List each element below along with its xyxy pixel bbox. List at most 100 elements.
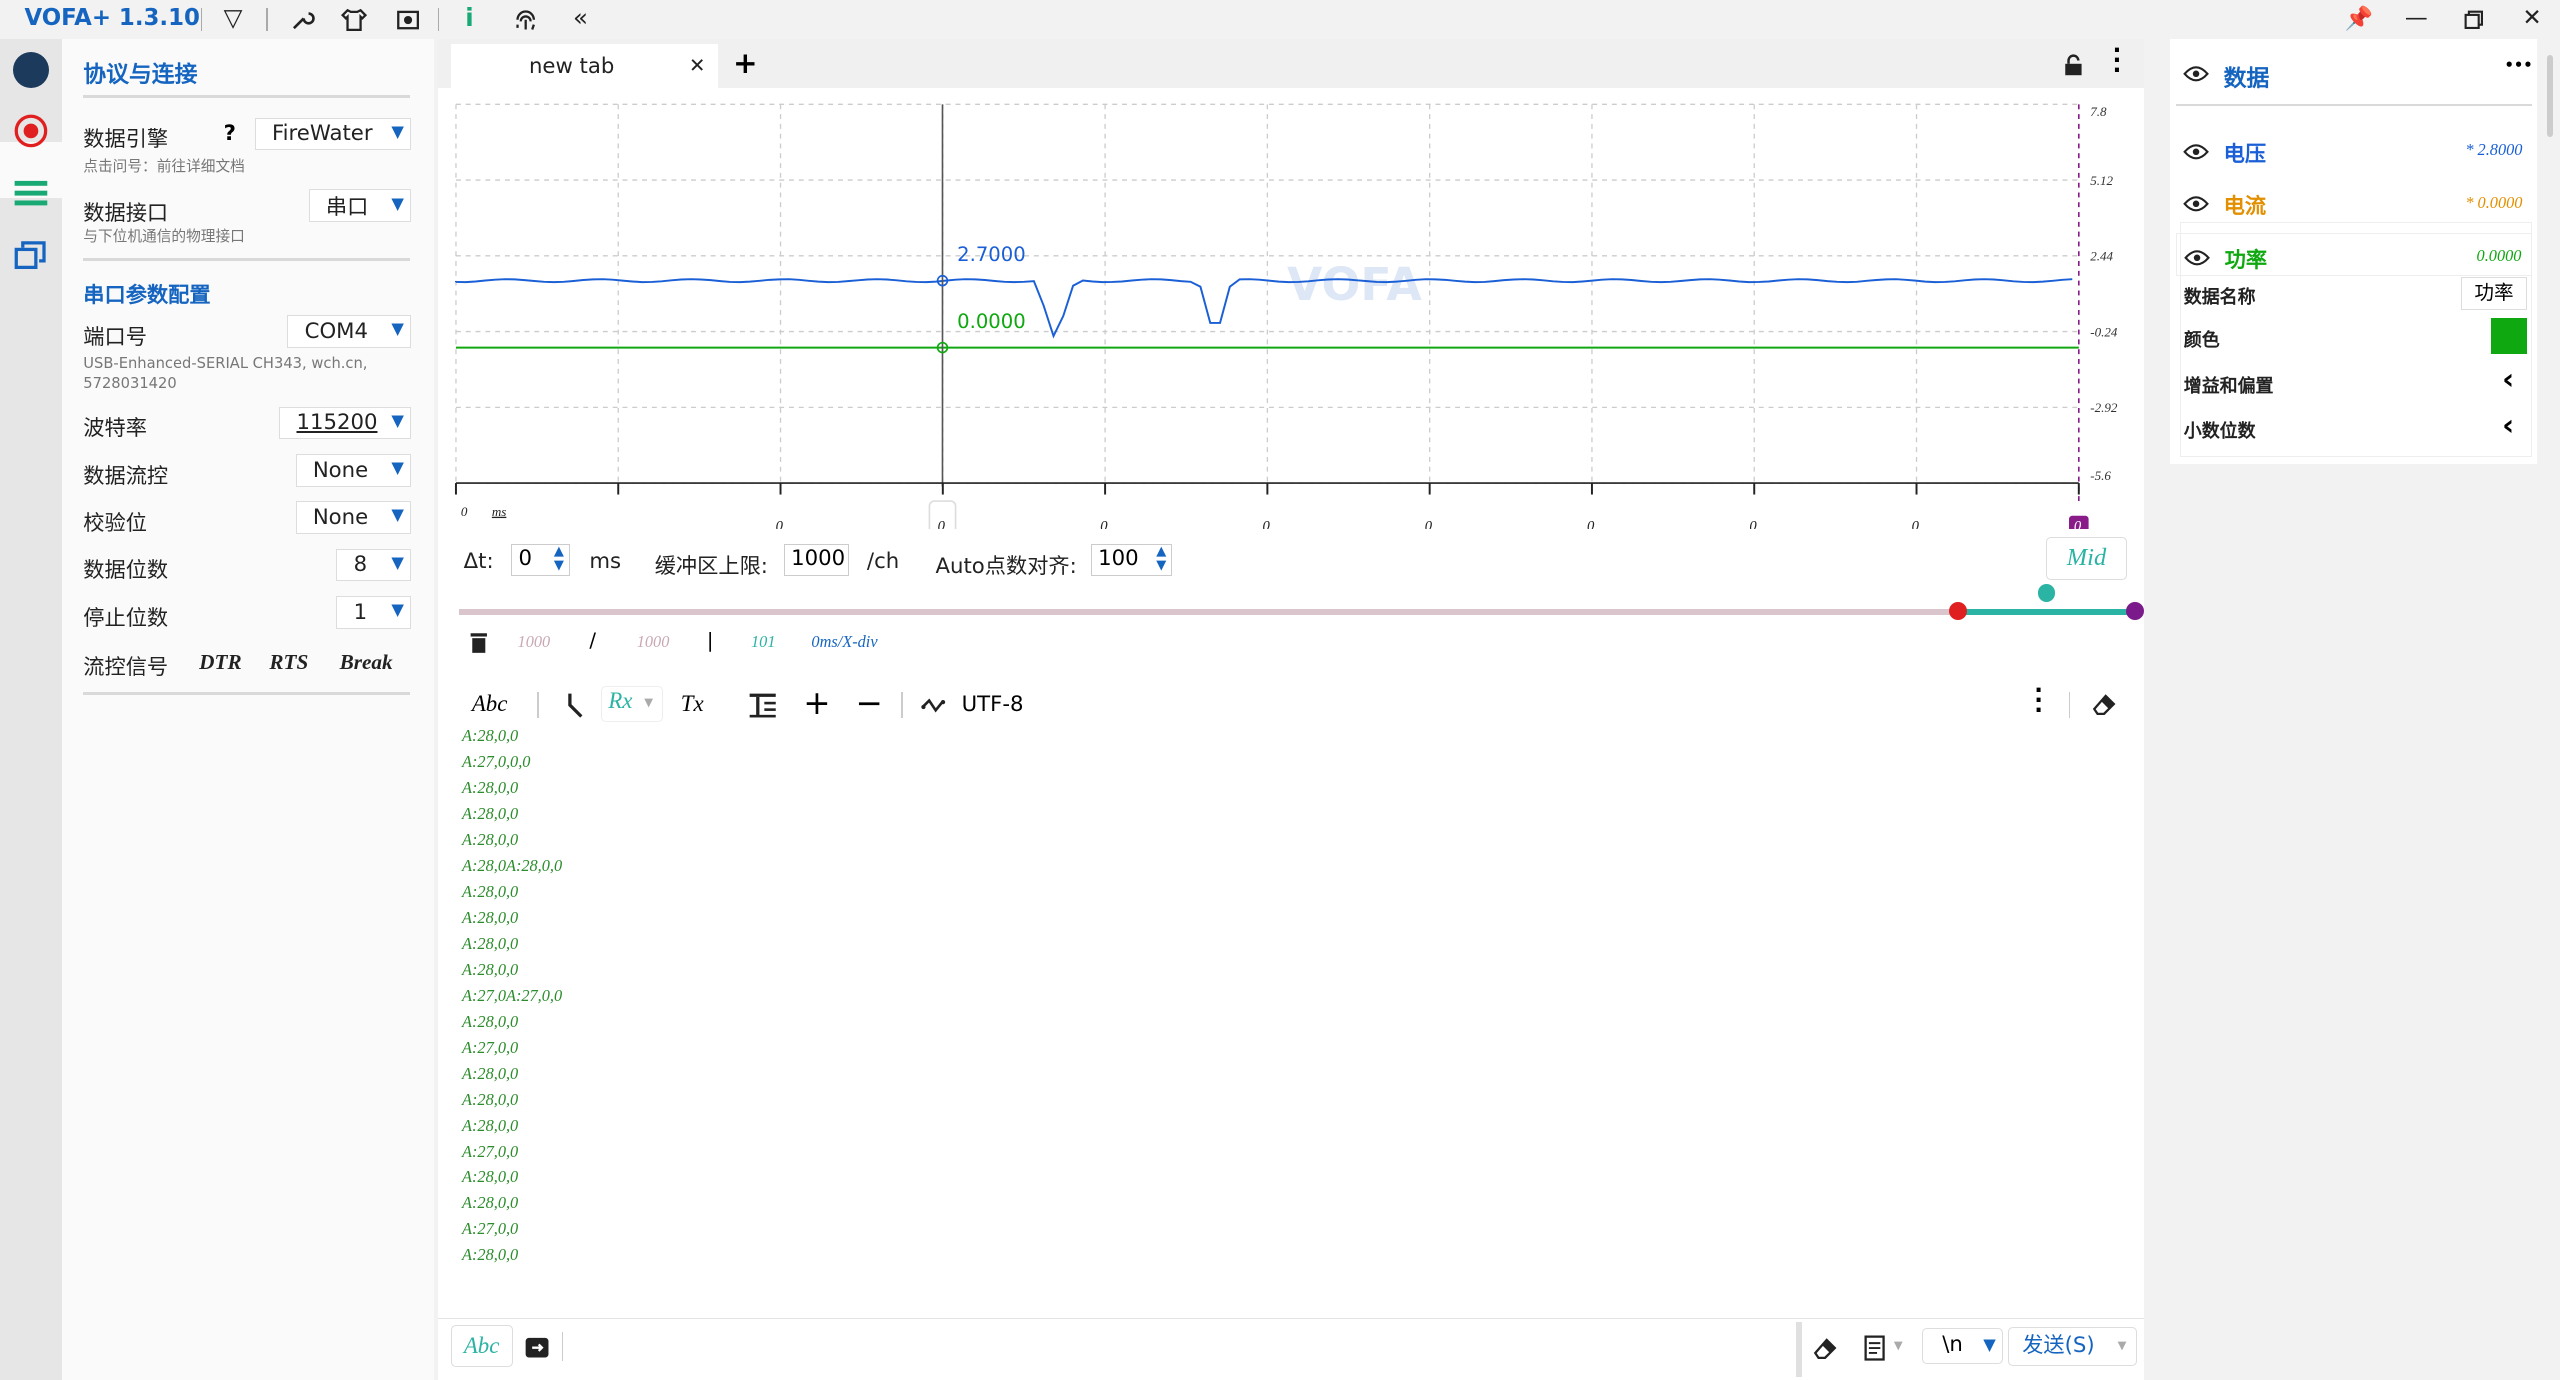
parity-value: None xyxy=(312,505,369,531)
collapse-left-icon[interactable]: « xyxy=(573,3,588,32)
channel-row[interactable]: 电流 * 0.0000 xyxy=(2176,181,2532,223)
fingerprint-icon[interactable] xyxy=(511,5,540,34)
range-mid-handle[interactable] xyxy=(2037,584,2056,603)
chevron-left-icon[interactable]: ‹ xyxy=(2502,362,2514,396)
serial-section-title: 串口参数配置 xyxy=(83,282,211,308)
databits-label: 数据位数 xyxy=(83,558,169,584)
iface-select[interactable]: 串口 ▼ xyxy=(308,189,412,223)
zoom-in-icon[interactable]: + xyxy=(803,684,830,722)
parity-select[interactable]: None ▼ xyxy=(295,501,412,534)
prop-name-input[interactable]: 功率 xyxy=(2461,276,2527,310)
engine-help-button[interactable]: ? xyxy=(224,121,236,146)
databits-select[interactable]: 8 ▼ xyxy=(336,548,412,582)
encoding-label[interactable]: UTF-8 xyxy=(962,692,1024,717)
send-abc-toggle[interactable]: Abc xyxy=(450,1325,513,1368)
auto-label: Auto点数对齐: xyxy=(935,553,1077,579)
prop-color-swatch[interactable] xyxy=(2490,317,2527,354)
waveform-plot[interactable]: VOFA 2.7000 0.0000 7.8 5.12 2.44 -0.24 -2.92… xyxy=(437,88,2144,556)
rx-line: A:27,0,0 xyxy=(462,1219,519,1239)
rx-line: A:28,0A:28,0,0 xyxy=(462,856,563,876)
divider xyxy=(437,8,440,31)
range-track[interactable] xyxy=(458,608,1958,616)
connect-icon[interactable] xyxy=(13,52,49,89)
resize-handle[interactable] xyxy=(1795,1321,1803,1378)
screenshot-icon[interactable] xyxy=(395,7,421,33)
spinner-icon[interactable]: ▲ ▼ xyxy=(1156,544,1166,574)
y-tick-label: 5.12 xyxy=(2090,173,2113,188)
info-icon[interactable]: i xyxy=(465,3,473,32)
pin-icon[interactable]: 📌 xyxy=(2344,5,2372,32)
break-toggle[interactable]: Break xyxy=(340,650,393,675)
mid-button[interactable]: Mid xyxy=(2045,537,2128,580)
dt-input[interactable]: 0 ▲ ▼ xyxy=(511,543,570,577)
count-bar: | xyxy=(706,628,714,652)
title-bar: VOFA+ 1.3.10 ▽ i « 📌 — ✕ xyxy=(0,0,2560,40)
data-header: 数据 xyxy=(2223,65,2270,92)
auto-input[interactable]: 100 ▲ ▼ xyxy=(1090,543,1173,577)
vofa-logo-icon[interactable]: ▽ xyxy=(224,3,243,32)
stopbits-select[interactable]: 1 ▼ xyxy=(336,595,412,629)
windows-icon[interactable] xyxy=(13,238,49,274)
buffer-input[interactable]: 1000 xyxy=(783,543,849,577)
rx-menu-icon[interactable]: · · · xyxy=(2034,680,2043,722)
flow-select[interactable]: None ▼ xyxy=(295,453,412,487)
baud-select[interactable]: 115200 ▼ xyxy=(279,406,412,440)
x-div: 0ms/X-div xyxy=(811,631,878,651)
list-icon[interactable] xyxy=(13,176,49,209)
plot-canvas[interactable]: VOFA 2.7000 0.0000 7.8 5.12 2.44 -0.24 -2.92… xyxy=(438,88,2144,556)
rx-toggle-box[interactable]: Rx ▼ xyxy=(600,685,663,722)
eraser-icon[interactable] xyxy=(2091,691,2117,717)
record-icon[interactable] xyxy=(13,113,49,149)
scrollbar[interactable] xyxy=(2546,55,2554,138)
chevron-left-icon[interactable]: ‹ xyxy=(2502,408,2514,442)
tab-menu-icon[interactable]: · · · xyxy=(2113,40,2122,82)
zoom-out-icon[interactable]: − xyxy=(856,684,883,722)
chevron-down-icon: ▼ xyxy=(2117,1337,2127,1352)
tab-new-tab[interactable]: new tab ✕ xyxy=(450,44,719,89)
range-end-handle[interactable] xyxy=(2125,602,2144,621)
encoding-icon[interactable] xyxy=(921,694,947,717)
port-select[interactable]: COM4 ▼ xyxy=(287,315,412,348)
shirt-icon[interactable] xyxy=(341,7,368,33)
rx-line: A:28,0,0 xyxy=(462,778,519,798)
minimize-icon[interactable]: — xyxy=(2405,5,2428,31)
chevron-down-icon[interactable]: ▼ xyxy=(1894,1338,1903,1352)
tx-toggle[interactable]: Tx xyxy=(681,691,704,717)
data-panel: 数据 ••• 电压 * 2.8000 电流 * 0.0000 功率 0.0000 数据名称… xyxy=(2163,39,2560,1380)
engine-label: 数据引擎 xyxy=(83,127,169,153)
eye-icon[interactable] xyxy=(2183,64,2209,84)
rts-toggle[interactable]: RTS xyxy=(269,650,308,675)
y-tick-label: -5.6 xyxy=(2090,468,2111,483)
eye-icon[interactable] xyxy=(2183,142,2209,162)
divider xyxy=(200,8,203,31)
rx-line: A:28,0,0 xyxy=(462,726,519,746)
data-more-icon[interactable]: ••• xyxy=(2504,57,2532,74)
eye-icon[interactable] xyxy=(2183,194,2209,214)
channel-row[interactable]: 电压 * 2.8000 xyxy=(2176,129,2532,171)
rx-line: A:28,0,0 xyxy=(462,1245,519,1265)
rx-text-area[interactable]: A:28,0,0 A:27,0,0,0 A:28,0,0 A:28,0,0 A:28,0… xyxy=(438,725,2144,1337)
restore-icon[interactable] xyxy=(2464,10,2484,30)
close-window-icon[interactable]: ✕ xyxy=(2522,5,2541,31)
timestamp-icon[interactable] xyxy=(565,692,585,718)
wrench-icon[interactable] xyxy=(289,7,315,33)
history-icon[interactable] xyxy=(1864,1335,1887,1361)
spinner-icon[interactable]: ▲ ▼ xyxy=(554,544,564,574)
lock-icon[interactable] xyxy=(2062,54,2085,77)
rx-line: A:27,0,0 xyxy=(462,1037,519,1057)
rx-abc-toggle[interactable]: Abc xyxy=(472,691,508,717)
open-file-icon[interactable] xyxy=(524,1333,550,1359)
channel-props: 数据名称 功率 颜色 增益和偏置 ‹ 小数位数 ‹ xyxy=(2179,222,2533,458)
close-tab-icon[interactable]: ✕ xyxy=(689,54,705,77)
range-start-handle[interactable] xyxy=(1949,602,1968,621)
rx-toggle[interactable]: Rx xyxy=(608,688,632,714)
send-button[interactable]: 发送(S) ▼ xyxy=(2008,1326,2138,1366)
dtr-toggle[interactable]: DTR xyxy=(199,650,241,675)
dt-value: 0 xyxy=(518,546,533,572)
engine-select[interactable]: FireWater ▼ xyxy=(254,117,412,151)
add-tab-button[interactable]: + xyxy=(733,46,758,80)
newline-select[interactable]: \n ▼ xyxy=(1921,1328,2004,1365)
send-eraser-icon[interactable] xyxy=(1812,1335,1838,1361)
text-format-icon[interactable] xyxy=(748,692,777,718)
trash-icon[interactable] xyxy=(469,630,489,654)
